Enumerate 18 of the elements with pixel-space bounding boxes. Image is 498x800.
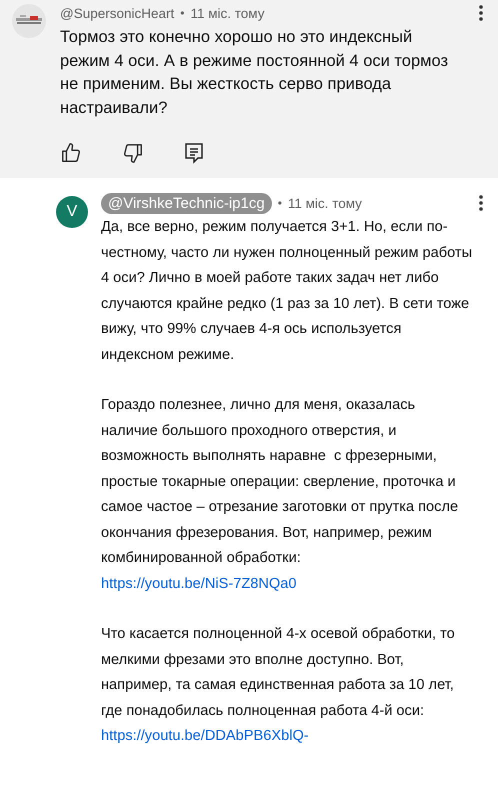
reply-text: Что касается полноценной 4-х осевой обработки, то мелкими фрезами это вполне доступно. Вот, например, та самая единственная работа за 10 лет, где понадобилась полноценная работа 4-й оси: https://youtu.be/DDAbPB6XblQ-	[101, 625, 456, 746]
reply-text: Да, все верно, режим получается 3+1. Но, если по-честному, часто ли нужен полноценный режим работы 4 оси? Лично в моей работе таких задач нет либо случаются крайне редко (1 раз за 10 лет). В сети тоже вижу, что 99% случаев 4-я ось используется индексном режиме.	[101, 218, 473, 364]
separator-dot: •	[180, 6, 184, 20]
thumbs-up-icon[interactable]	[60, 142, 82, 164]
reply-text: Гораздо полезнее, лично для меня, оказалась наличие большого проходного отверстия, и возможность выполнять наравне с фрезерными, простые токарные операции: сверление, проточка и самое частое – отрезание заготовки от прутка после окончания фрезерования. Вот, например, режим комбинированной обработки: https://youtu.be/NiS-7Z8NQa0	[101, 396, 460, 594]
video-link[interactable]: https://youtu.be/NiS-7Z8NQa0	[101, 576, 296, 592]
more-options-icon[interactable]	[478, 4, 484, 22]
thumbs-down-icon[interactable]	[122, 142, 144, 164]
avatar: V	[56, 196, 88, 228]
separator-dot: •	[278, 196, 282, 210]
author-name[interactable]: @SupersonicHeart	[60, 6, 174, 20]
comment-time: 11 міс. тому	[190, 6, 264, 20]
comment-time: 11 міс. тому	[288, 196, 362, 210]
video-link[interactable]: https://youtu.be/DDAbPB6XblQ-	[101, 728, 309, 744]
author-name[interactable]: @VirshkeTechnic-ip1cg	[101, 192, 272, 214]
reply-icon[interactable]	[184, 142, 204, 164]
more-options-icon[interactable]	[478, 194, 484, 212]
comment-text: Тормоз это конечно хорошо но это индексный режим 4 оси. А в режиме постоянной 4 оси тормоз не применим. Вы жесткость серво привода настраивали?	[60, 27, 450, 118]
